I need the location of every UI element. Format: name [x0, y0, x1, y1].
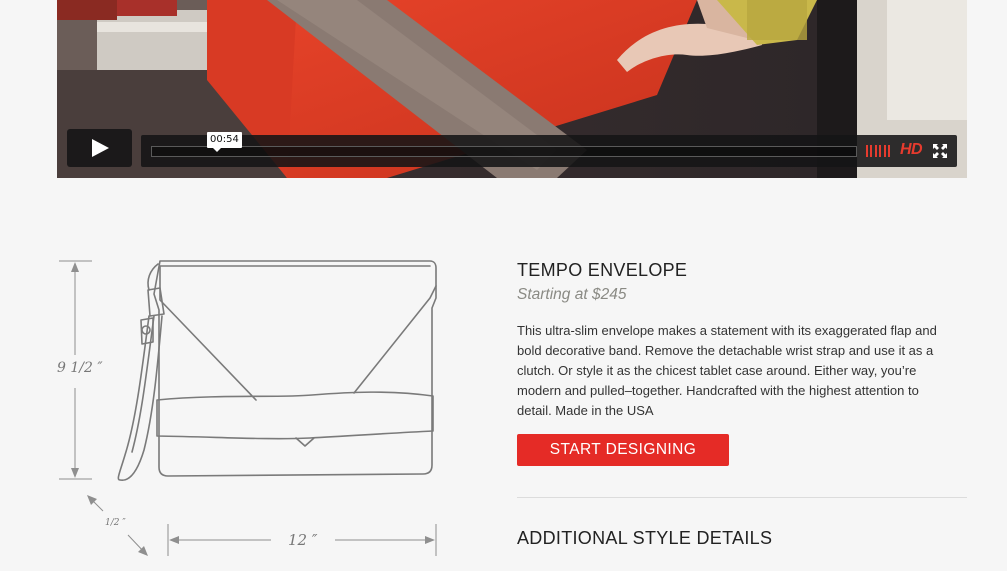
product-description: This ultra-slim envelope makes a stateme… — [517, 323, 937, 418]
product-price: Starting at $245 — [517, 286, 627, 303]
divider — [517, 497, 967, 498]
progress-track[interactable] — [151, 146, 857, 157]
height-dimension-label: 9 1/2 ″ — [57, 360, 103, 376]
additional-style-details-heading[interactable]: ADDITIONAL STYLE DETAILS — [517, 526, 967, 550]
time-indicator: 00:54 — [207, 132, 242, 152]
product-info: TEMPO ENVELOPE Starting at $245 This ult… — [517, 258, 967, 565]
video-player[interactable]: 00:54 HD — [57, 0, 967, 178]
product-title: TEMPO ENVELOPE — [517, 260, 688, 280]
product-illustration: 9 1/2 ″ 12 ″ 1/2 ″ — [50, 250, 450, 566]
width-dimension-label: 12 ″ — [288, 531, 318, 549]
control-bar: 00:54 HD — [141, 132, 957, 167]
hd-toggle[interactable]: HD — [900, 141, 923, 159]
play-button[interactable] — [67, 129, 132, 167]
video-controls: 00:54 HD — [67, 129, 957, 167]
play-icon — [91, 139, 109, 157]
depth-dimension-label: 1/2 ″ — [105, 518, 126, 528]
volume-bars-icon[interactable] — [866, 145, 890, 157]
start-designing-button[interactable]: START DESIGNING — [517, 434, 729, 466]
fullscreen-icon[interactable] — [933, 144, 947, 158]
